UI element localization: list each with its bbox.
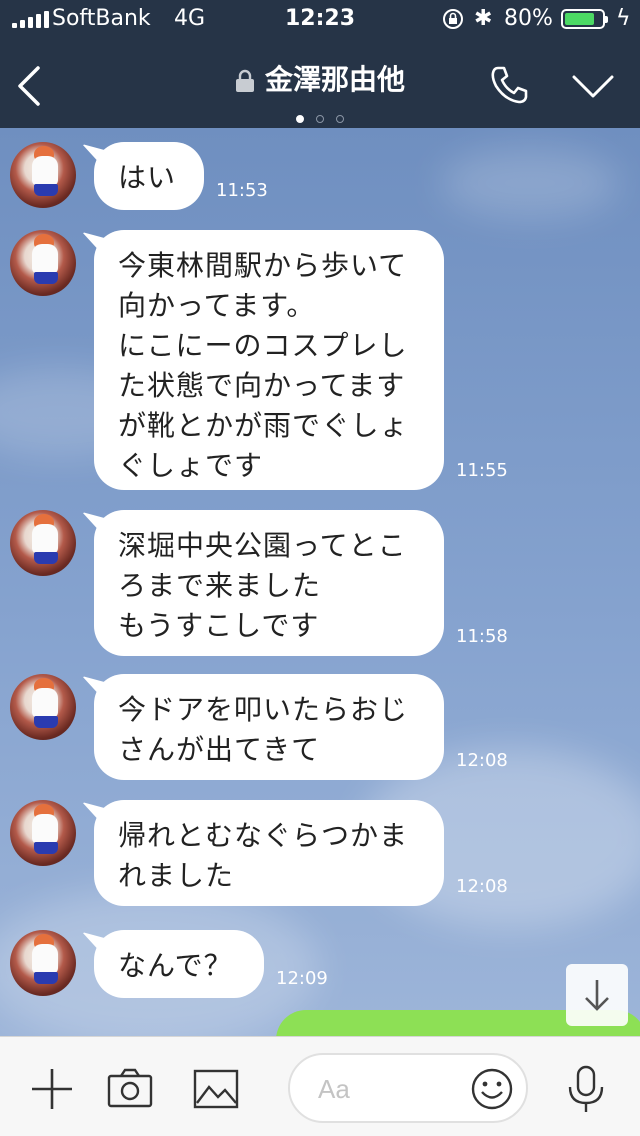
message-bubble[interactable]: 今東林間駅から歩いて 向かってます。 にこにーのコスプレし た状態で向かってます…	[94, 230, 444, 490]
message-bubble[interactable]: なんで？	[94, 930, 264, 998]
page-dot	[336, 115, 344, 123]
microphone-icon[interactable]	[562, 1065, 610, 1113]
battery-percent: 80%	[504, 6, 553, 31]
message-composer	[0, 1036, 640, 1136]
rotation-lock-icon	[443, 9, 463, 29]
message-timestamp: 12:08	[456, 750, 508, 771]
page-dot	[316, 115, 324, 123]
message-input-box[interactable]	[288, 1053, 528, 1123]
scroll-to-bottom-button[interactable]	[566, 964, 628, 1026]
avatar[interactable]	[10, 230, 76, 296]
page-indicator	[0, 108, 640, 127]
chat-title-area[interactable]: 金澤那由他	[0, 58, 640, 98]
chevron-down-icon[interactable]	[572, 74, 614, 100]
message-timestamp: 12:09	[276, 968, 328, 989]
message-timestamp: 11:58	[456, 626, 508, 647]
avatar[interactable]	[10, 800, 76, 866]
status-bar: SoftBank 4G 12:23 ✱ 80% ϟ	[0, 0, 640, 40]
chat-title: 金澤那由他	[264, 63, 405, 96]
message-bubble[interactable]: 今ドアを叩いたらおじ さんが出てきて	[94, 674, 444, 780]
charging-icon: ϟ	[616, 6, 631, 31]
avatar[interactable]	[10, 142, 76, 208]
padlock-icon	[235, 69, 254, 92]
message-input[interactable]	[316, 1069, 460, 1109]
page-dot	[296, 115, 304, 123]
message-bubble[interactable]: 深堀中央公園ってとこ ろまで来ました もうすこしです	[94, 510, 444, 656]
battery-fill	[565, 13, 594, 25]
phone-icon[interactable]	[488, 64, 530, 106]
battery-icon	[561, 9, 608, 29]
avatar[interactable]	[10, 674, 76, 740]
smiley-icon[interactable]	[470, 1067, 514, 1111]
background-cloud	[440, 148, 620, 218]
message-timestamp: 11:55	[456, 460, 508, 481]
plus-icon[interactable]	[28, 1065, 76, 1113]
chat-header: 金澤那由他	[0, 40, 640, 128]
top-bar: SoftBank 4G 12:23 ✱ 80% ϟ 金澤那由他	[0, 0, 640, 128]
message-timestamp: 11:53	[216, 180, 268, 201]
bluetooth-icon: ✱	[474, 6, 493, 31]
avatar[interactable]	[10, 510, 76, 576]
chat-area[interactable]: はい 11:53 今東林間駅から歩いて 向かってます。 にこにーのコスプレし た状態…	[0, 128, 640, 1036]
message-bubble[interactable]: はい	[94, 142, 204, 210]
message-bubble[interactable]: 帰れとむなぐらつかま れました	[94, 800, 444, 906]
message-timestamp: 12:08	[456, 876, 508, 897]
image-icon[interactable]	[192, 1065, 240, 1113]
camera-icon[interactable]	[106, 1065, 154, 1113]
avatar[interactable]	[10, 930, 76, 996]
